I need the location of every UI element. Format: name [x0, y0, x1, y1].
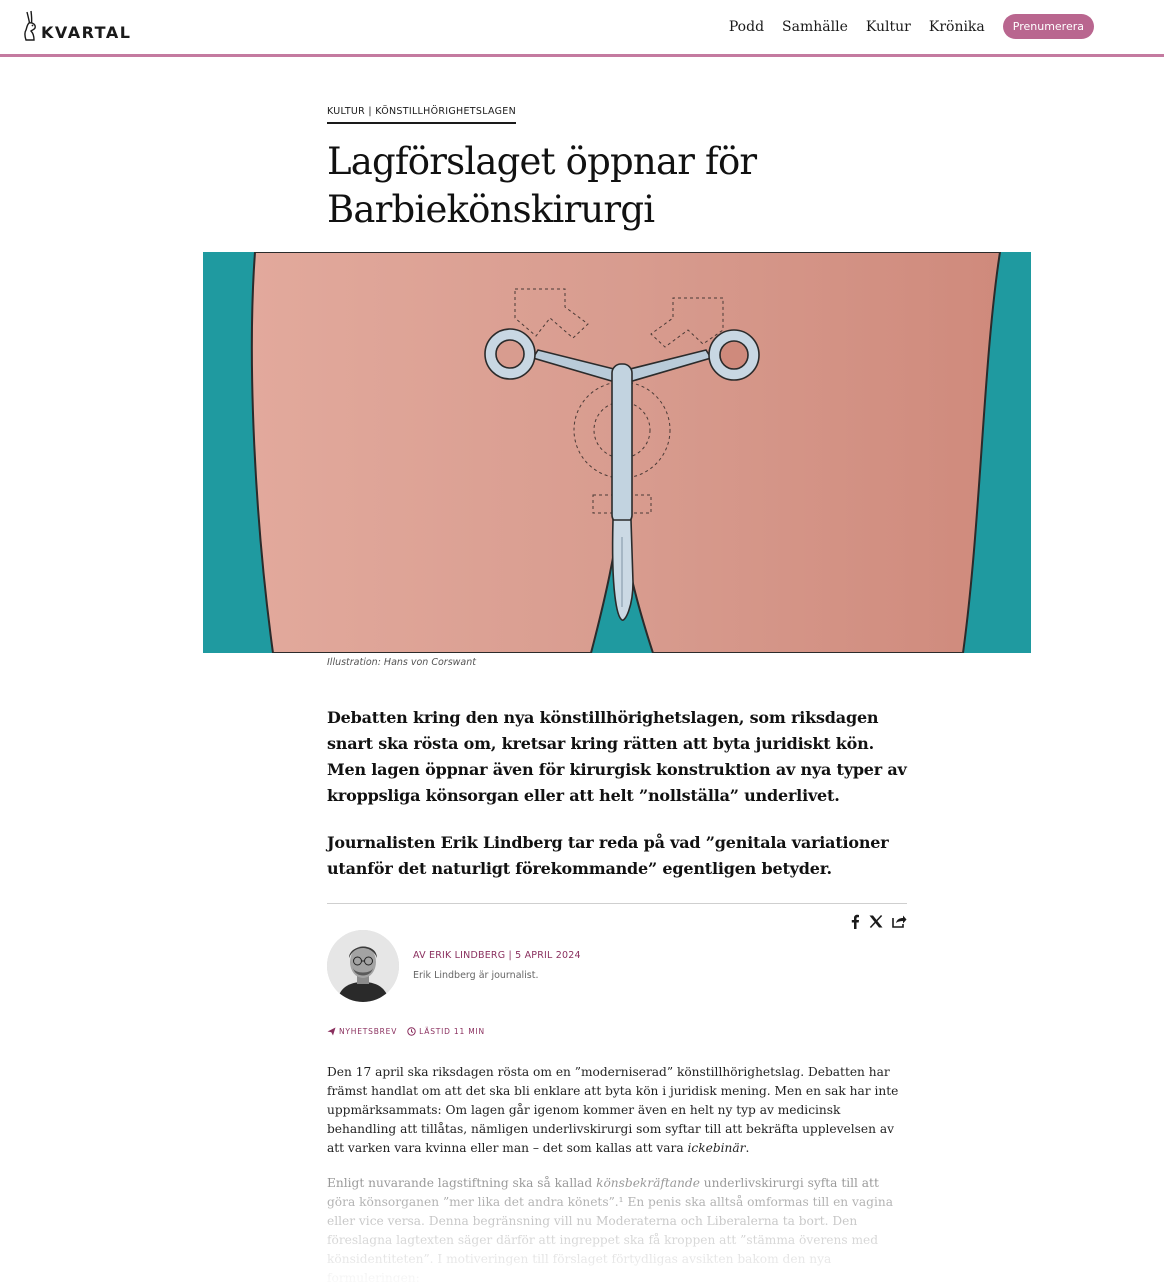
kvartal-logo[interactable]: KVARTAL [22, 8, 131, 42]
nav-item-podd[interactable]: Podd [729, 15, 764, 39]
byline-separator: | [505, 950, 516, 961]
lead-divider [327, 903, 907, 904]
body-1-emphasis: ickebinär [687, 1141, 746, 1155]
lead-paragraph-2: Journalisten Erik Lindberg tar reda på v… [327, 833, 889, 878]
site-header: KVARTAL Podd Samhälle Kultur Krönika Pre… [0, 0, 1164, 57]
clock-icon [407, 1027, 416, 1036]
author-avatar [327, 930, 399, 1002]
nav-item-samhalle[interactable]: Samhälle [782, 15, 848, 39]
body-paragraph-1: Den 17 april ska riksdagen rösta om en ”… [327, 1063, 907, 1158]
author-bio: Erik Lindberg är journalist. [413, 970, 539, 981]
body-2-emphasis: könsbekräftande [596, 1176, 700, 1190]
main-nav: Podd Samhälle Kultur Krönika Prenumerera [711, 14, 1094, 39]
article-meta: NYHETSBREV LÄSTID 11 MIN [327, 1027, 495, 1036]
x-icon[interactable] [867, 912, 885, 930]
facebook-icon[interactable] [846, 912, 864, 930]
nav-item-kronika[interactable]: Krönika [929, 15, 985, 39]
newsletter-label: NYHETSBREV [339, 1027, 398, 1036]
byline-author[interactable]: AV ERIK LINDBERG [413, 950, 505, 961]
lead-paragraph-1: Debatten kring den nya könstillhörighets… [327, 708, 907, 805]
body-1-text: Den 17 april ska riksdagen rösta om en ”… [327, 1065, 899, 1155]
byline-date: 5 APRIL 2024 [515, 950, 581, 961]
nav-item-kultur[interactable]: Kultur [866, 15, 911, 39]
hero-illustration [203, 252, 1031, 653]
body-1-text-end: . [745, 1141, 750, 1155]
article-kicker[interactable]: KULTUR | KÖNSTILLHÖRIGHETSLAGEN [327, 106, 517, 124]
body-2-text: Enligt nuvarande lagstiftning ska så kal… [327, 1176, 597, 1190]
article-title: Lagförslaget öppnar för Barbiekönskirurg… [327, 140, 757, 231]
logo-wordmark: KVARTAL [41, 23, 132, 42]
reading-time-label: LÄSTID 11 MIN [419, 1027, 485, 1036]
hare-icon [24, 10, 36, 41]
newsletter-link[interactable]: NYHETSBREV [327, 1027, 397, 1036]
image-caption: Illustration: Hans von Corswant [327, 657, 476, 668]
body-paragraph-2: Enligt nuvarande lagstiftning ska så kal… [327, 1174, 907, 1282]
share-icon[interactable] [890, 912, 908, 930]
send-icon [327, 1027, 336, 1036]
subscribe-button[interactable]: Prenumerera [1002, 14, 1094, 39]
body-2-text-end: underlivskirurgi syfta till att göra kön… [327, 1176, 893, 1282]
reading-time: LÄSTID 11 MIN [407, 1027, 485, 1036]
byline: AV ERIK LINDBERG | 5 APRIL 2024 [413, 950, 581, 961]
